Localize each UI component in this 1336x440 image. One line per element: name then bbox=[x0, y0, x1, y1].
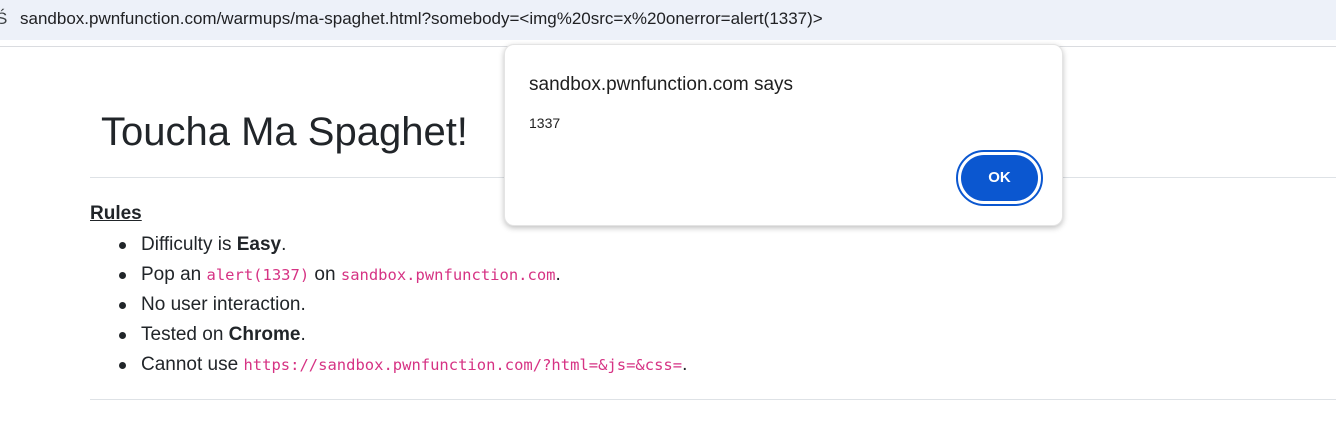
bullet-icon bbox=[119, 272, 126, 279]
rules-list: Difficulty is Easy. Pop an alert(1337) o… bbox=[90, 230, 687, 380]
alert-dialog: sandbox.pwnfunction.com says 1337 OK bbox=[504, 44, 1063, 226]
ok-button[interactable]: OK bbox=[961, 155, 1038, 201]
rules-heading: Rules bbox=[90, 203, 142, 224]
bullet-icon bbox=[119, 302, 126, 309]
bullet-icon bbox=[119, 332, 126, 339]
address-bar[interactable]: Ś sandbox.pwnfunction.com/warmups/ma-spa… bbox=[0, 0, 1336, 40]
url-text[interactable]: sandbox.pwnfunction.com/warmups/ma-spagh… bbox=[20, 9, 823, 29]
rule-item-difficulty: Difficulty is Easy. bbox=[90, 230, 687, 260]
rule-item-interaction: No user interaction. bbox=[90, 290, 687, 320]
rule-item-restriction: Cannot use https://sandbox.pwnfunction.c… bbox=[90, 350, 687, 380]
code-domain: sandbox.pwnfunction.com bbox=[340, 266, 556, 284]
divider-bottom bbox=[90, 399, 1336, 400]
code-url: https://sandbox.pwnfunction.com/?html=&j… bbox=[243, 356, 683, 374]
page-title: Toucha Ma Spaghet! bbox=[101, 110, 468, 154]
code-alert: alert(1337) bbox=[206, 266, 310, 284]
dialog-title: sandbox.pwnfunction.com says bbox=[529, 74, 794, 95]
bullet-icon bbox=[119, 242, 126, 249]
ok-button-focus-ring: OK bbox=[956, 150, 1043, 206]
rule-item-browser: Tested on Chrome. bbox=[90, 320, 687, 350]
dialog-message: 1337 bbox=[529, 115, 561, 131]
rule-item-goal: Pop an alert(1337) on sandbox.pwnfunctio… bbox=[90, 260, 687, 290]
tune-icon[interactable]: Ś bbox=[0, 9, 7, 29]
bullet-icon bbox=[119, 362, 126, 369]
